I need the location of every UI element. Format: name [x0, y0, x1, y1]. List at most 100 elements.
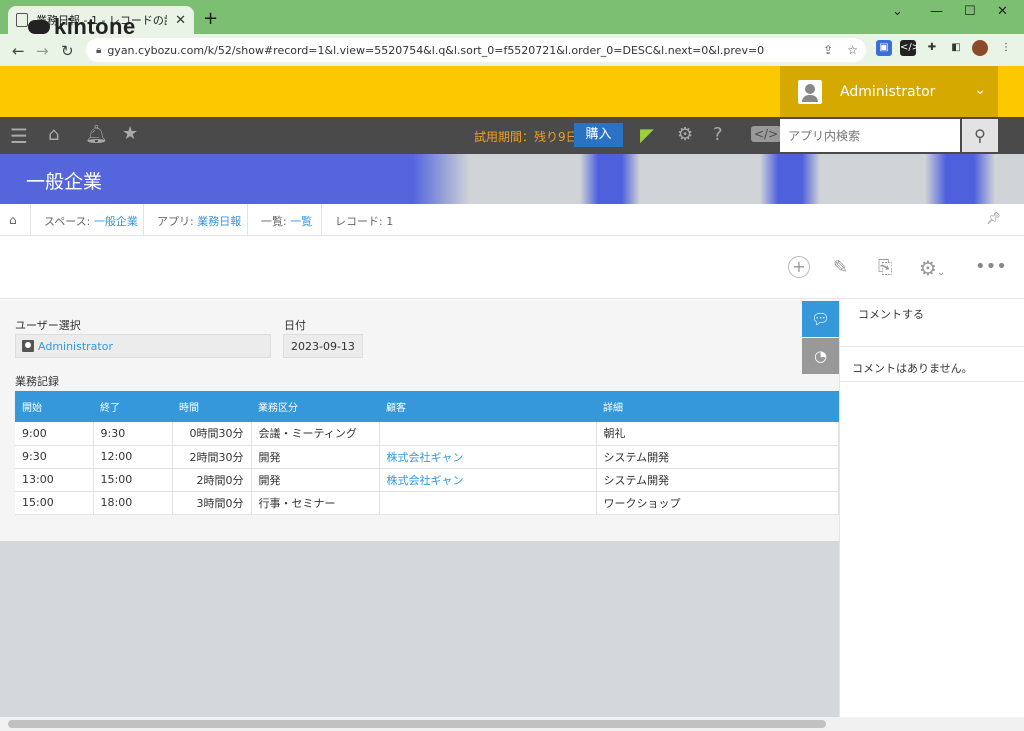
- share-icon[interactable]: ⇪: [823, 43, 833, 57]
- breadcrumb-app[interactable]: アプリ: 業務日報: [157, 213, 241, 229]
- kintone-logo[interactable]: kintone: [28, 14, 136, 40]
- breadcrumb-app-link[interactable]: 業務日報: [197, 215, 241, 228]
- work-log-table: 開始 終了 時間 業務区分 顧客 詳細 9:00 9:30 0時間30分 会議・…: [15, 391, 839, 515]
- sidepanel-icon[interactable]: ◧: [948, 40, 964, 56]
- gear-icon[interactable]: ⚙: [677, 124, 693, 145]
- end-cell: 18:00: [93, 491, 173, 515]
- table-label: 業務記録: [15, 375, 59, 388]
- search-icon[interactable]: ⚲: [962, 119, 998, 152]
- comment-tab-icon[interactable]: 💬︎: [802, 301, 839, 337]
- column-header: 業務区分: [251, 391, 379, 422]
- chevron-down-icon: ⌄: [974, 82, 986, 98]
- devtools-extension-icon[interactable]: </>: [900, 40, 920, 56]
- breadcrumb-view-link[interactable]: 一覧: [290, 215, 312, 228]
- breadcrumb-app-prefix: アプリ:: [157, 215, 198, 228]
- buy-button[interactable]: 購入: [574, 123, 623, 147]
- category-cell: 行事・セミナー: [251, 491, 380, 515]
- star-icon[interactable]: ★: [122, 123, 138, 144]
- start-cell: 13:00: [15, 468, 94, 492]
- trial-period-text[interactable]: 試用期間：残り9日: [474, 128, 578, 145]
- close-tab-icon[interactable]: ✕: [175, 13, 186, 28]
- duplicate-icon[interactable]: ⎘: [878, 257, 892, 278]
- column-header: 終了: [93, 391, 172, 422]
- customer-cell: [379, 491, 597, 515]
- post-comment-button[interactable]: コメントする: [858, 306, 924, 322]
- column-header: 顧客: [379, 391, 596, 422]
- beginner-mark-icon[interactable]: ◤: [640, 125, 654, 146]
- breadcrumb: [0, 204, 1024, 236]
- pin-icon[interactable]: 📌︎: [986, 211, 1001, 225]
- start-cell: 15:00: [15, 491, 94, 515]
- user-link[interactable]: Administrator: [38, 340, 113, 353]
- category-cell: 開発: [251, 468, 380, 492]
- column-header: 詳細: [596, 391, 839, 422]
- document-icon: [16, 13, 28, 27]
- column-header: 時間: [172, 391, 251, 422]
- breadcrumb-space-prefix: スペース:: [44, 215, 94, 228]
- close-window-icon[interactable]: ✕: [997, 4, 1008, 19]
- start-cell: 9:30: [15, 445, 94, 469]
- breadcrumb-divider: [321, 204, 322, 236]
- table-row: 9:30 12:00 2時間30分 開発 株式会社ギャン システム開発: [15, 445, 839, 469]
- url-text: gyan.cybozu.com/k/52/show#record=1&l.vie…: [107, 43, 765, 57]
- app-search-input[interactable]: [780, 119, 960, 152]
- code-icon[interactable]: </>: [751, 126, 782, 142]
- home-icon[interactable]: ⌂: [9, 213, 17, 227]
- reload-icon[interactable]: ↻: [61, 42, 74, 60]
- lock-icon: 🔒︎: [96, 44, 102, 56]
- new-tab-icon[interactable]: +: [203, 8, 218, 29]
- chevron-down-icon[interactable]: ⌄: [892, 4, 903, 19]
- user-field-label: ユーザー選択: [15, 319, 81, 332]
- breadcrumb-space-link[interactable]: 一般企業: [94, 215, 138, 228]
- home-icon[interactable]: ⌂: [48, 124, 59, 145]
- detail-cell: システム開発: [596, 445, 839, 469]
- table-row: 9:00 9:30 0時間30分 会議・ミーティング 朝礼: [15, 422, 839, 446]
- date-field: 2023-09-13: [283, 334, 363, 358]
- table-row: 13:00 15:00 2時間0分 開発 株式会社ギャン システム開発: [15, 468, 839, 492]
- end-cell: 15:00: [93, 468, 173, 492]
- hours-cell: 2時間30分: [172, 445, 252, 469]
- breadcrumb-space[interactable]: スペース: 一般企業: [44, 213, 138, 229]
- banner-stripe: [580, 154, 640, 204]
- help-icon[interactable]: ?: [713, 124, 723, 145]
- history-tab-icon[interactable]: ◔: [802, 338, 839, 374]
- back-icon[interactable]: ←: [12, 42, 25, 60]
- more-options-icon[interactable]: •••: [975, 256, 1007, 277]
- space-name: 一般企業: [26, 171, 103, 193]
- maximize-icon[interactable]: ☐: [964, 4, 976, 19]
- user-field: Administrator: [15, 334, 271, 358]
- extension-icon[interactable]: ▣: [876, 40, 892, 56]
- address-bar[interactable]: 🔒︎ gyan.cybozu.com/k/52/show#record=1&l.…: [86, 38, 866, 62]
- minimize-icon[interactable]: —: [930, 4, 943, 19]
- table-header-row: 開始 終了 時間 業務区分 顧客 詳細: [15, 391, 839, 422]
- hamburger-menu-icon[interactable]: ☰: [10, 124, 28, 148]
- breadcrumb-divider: [143, 204, 144, 236]
- empty-area: [0, 541, 839, 717]
- forward-icon[interactable]: →: [36, 42, 49, 60]
- puzzle-icon[interactable]: ✚: [924, 40, 940, 56]
- start-cell: 9:00: [15, 422, 94, 446]
- hours-cell: 0時間30分: [172, 422, 252, 446]
- end-cell: 12:00: [93, 445, 173, 469]
- bell-icon[interactable]: 🔔︎: [85, 124, 108, 145]
- add-record-icon[interactable]: +: [788, 256, 810, 278]
- customer-link[interactable]: 株式会社ギャン: [379, 445, 597, 469]
- horizontal-scrollbar[interactable]: [0, 717, 1024, 731]
- space-banner: 一般企業: [0, 154, 1024, 204]
- no-comments-text: コメントはありません。: [852, 362, 973, 375]
- breadcrumb-view[interactable]: 一覧: 一覧: [261, 213, 312, 229]
- banner-stripe: [925, 154, 995, 204]
- cloud-logo-icon: [28, 20, 50, 34]
- customer-link[interactable]: 株式会社ギャン: [379, 468, 597, 492]
- bookmark-star-icon[interactable]: ☆: [847, 43, 858, 57]
- gear-menu-icon[interactable]: ⚙⌄: [919, 256, 945, 280]
- profile-avatar[interactable]: [972, 40, 988, 56]
- user-name: Administrator: [840, 83, 936, 100]
- user-menu[interactable]: Administrator ⌄: [780, 66, 998, 117]
- category-cell: 開発: [251, 445, 380, 469]
- scrollbar-thumb[interactable]: [8, 720, 826, 728]
- table-row: 15:00 18:00 3時間0分 行事・セミナー ワークショップ: [15, 491, 839, 515]
- date-field-label: 日付: [284, 319, 306, 332]
- edit-icon[interactable]: ✎: [833, 257, 848, 278]
- menu-dots-icon[interactable]: ⋮: [998, 40, 1014, 56]
